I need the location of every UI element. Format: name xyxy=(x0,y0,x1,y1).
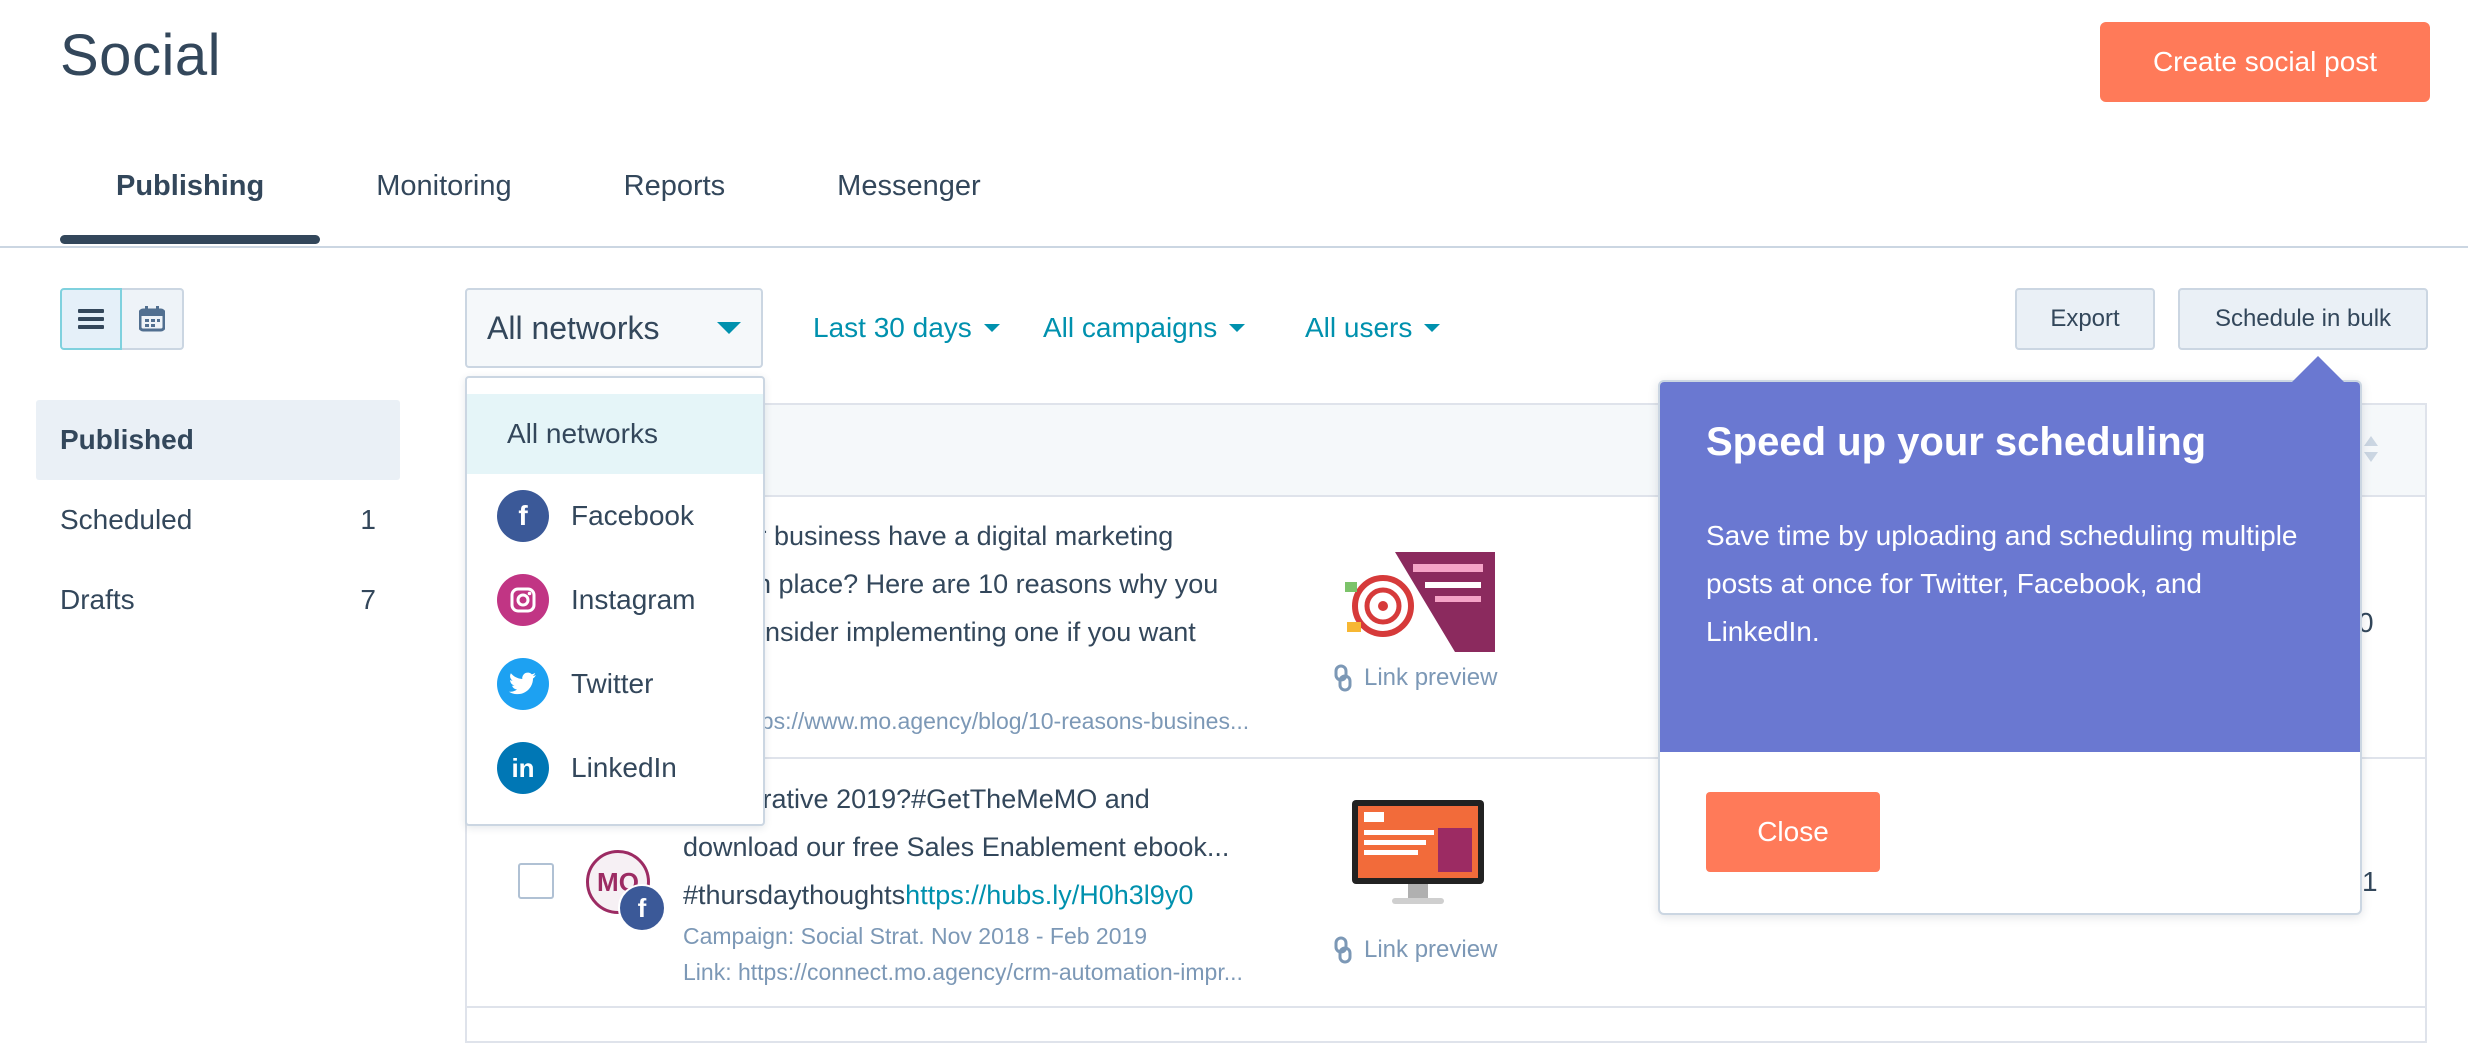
nav-drafts-count: 7 xyxy=(360,584,376,615)
row-value: 1 xyxy=(2362,866,2378,897)
post-thumbnail[interactable] xyxy=(1348,800,1488,910)
schedule-in-bulk-button[interactable]: Schedule in bulk xyxy=(2178,288,2428,350)
network-dropdown: All networks f Facebook Instagram Twitte… xyxy=(465,376,765,826)
date-filter[interactable]: Last 30 days xyxy=(813,312,1000,344)
chevron-down-icon xyxy=(983,324,1000,332)
date-filter-label: Last 30 days xyxy=(813,312,972,343)
nav-drafts-label: Drafts xyxy=(60,584,135,615)
popover-close-button[interactable]: Close xyxy=(1706,792,1880,872)
tab-monitoring[interactable]: Monitoring xyxy=(320,170,567,244)
post-text: your business have a digital marketing g… xyxy=(714,512,1334,704)
users-filter[interactable]: All users xyxy=(1305,312,1441,344)
create-social-post-button[interactable]: Create social post xyxy=(2100,22,2430,102)
list-view-button[interactable] xyxy=(60,288,122,350)
post-link[interactable]: ttps://www.mo.agency/blog/10-reasons-bus… xyxy=(748,708,1249,735)
view-toggle xyxy=(60,288,184,350)
main-tabs: Publishing Monitoring Reports Messenger xyxy=(60,170,1037,250)
post-text-line: g a lucrative 2019?#GetTheMeMO and xyxy=(683,784,1150,814)
link-preview-button[interactable]: Link preview xyxy=(1334,936,1497,964)
nav-scheduled-label: Scheduled xyxy=(60,504,193,535)
tab-publishing[interactable]: Publishing xyxy=(60,170,321,244)
users-filter-label: All users xyxy=(1305,312,1413,343)
option-label: All networks xyxy=(507,418,658,449)
link-preview-label: Link preview xyxy=(1364,664,1498,691)
post-text-line: download our free Sales Enablement ebook… xyxy=(683,832,1230,862)
facebook-badge-icon: f xyxy=(618,884,666,932)
page-title: Social xyxy=(60,23,221,88)
post-text-line: d consider implementing one if you want xyxy=(714,617,1196,647)
link-icon xyxy=(1334,664,1352,692)
short-link[interactable]: https://hubs.ly/H0h3l9y0 xyxy=(905,880,1193,910)
export-button[interactable]: Export xyxy=(2015,288,2155,350)
network-select[interactable]: All networks xyxy=(465,288,763,368)
list-icon xyxy=(78,309,104,329)
chevron-down-icon xyxy=(1229,324,1246,332)
post-text-line: .. xyxy=(714,656,1334,704)
dropdown-option-linkedin[interactable]: in LinkedIn xyxy=(467,726,763,810)
facebook-icon: f xyxy=(497,490,549,542)
calendar-view-button[interactable] xyxy=(122,288,184,350)
instagram-icon xyxy=(497,574,549,626)
nav-published[interactable]: Published xyxy=(36,400,400,480)
dropdown-option-all-networks[interactable]: All networks xyxy=(467,394,763,474)
option-label: Instagram xyxy=(571,584,696,615)
tabs-divider xyxy=(0,246,2468,248)
option-label: LinkedIn xyxy=(571,752,677,783)
hashtag: #thursdaythoughts xyxy=(683,880,906,910)
tab-reports[interactable]: Reports xyxy=(568,170,782,244)
chevron-down-icon xyxy=(1424,324,1441,332)
link-preview-label: Link preview xyxy=(1364,936,1498,963)
campaign-filter-label: All campaigns xyxy=(1043,312,1218,343)
post-text-line: #thursdaythoughtshttps://hubs.ly/H0h3l9y… xyxy=(683,871,1303,919)
calendar-icon xyxy=(139,306,165,332)
nav-scheduled-count: 1 xyxy=(360,504,376,535)
popover-arrow xyxy=(2290,356,2346,384)
dropdown-option-twitter[interactable]: Twitter xyxy=(467,642,763,726)
option-label: Facebook xyxy=(571,500,694,531)
nav-published-label: Published xyxy=(60,424,194,455)
link-icon xyxy=(1334,936,1352,964)
popover-title: Speed up your scheduling xyxy=(1706,420,2207,464)
linkedin-icon: in xyxy=(497,742,549,794)
link-preview-button[interactable]: Link preview xyxy=(1334,664,1497,692)
post-link[interactable]: Link: https://connect.mo.agency/crm-auto… xyxy=(683,954,1243,990)
campaign-filter[interactable]: All campaigns xyxy=(1043,312,1246,344)
post-status-nav: Published Scheduled 1 Drafts 7 xyxy=(36,400,400,640)
dropdown-option-instagram[interactable]: Instagram xyxy=(467,558,763,642)
network-select-value: All networks xyxy=(487,309,660,346)
nav-drafts[interactable]: Drafts 7 xyxy=(36,560,400,640)
row-divider xyxy=(467,1006,2425,1008)
twitter-icon xyxy=(497,658,549,710)
sort-icon[interactable] xyxy=(2362,434,2380,464)
popover-body: Save time by uploading and scheduling mu… xyxy=(1706,520,2298,647)
option-label: Twitter xyxy=(571,668,654,699)
tab-messenger[interactable]: Messenger xyxy=(781,170,1036,244)
chevron-down-icon xyxy=(717,322,741,334)
nav-scheduled[interactable]: Scheduled 1 xyxy=(36,480,400,560)
post-campaign: Campaign: Social Strat. Nov 2018 - Feb 2… xyxy=(683,923,1148,949)
dropdown-option-facebook[interactable]: f Facebook xyxy=(467,474,763,558)
post-thumbnail[interactable] xyxy=(1335,552,1495,652)
post-text-line: your business have a digital marketing xyxy=(714,521,1174,551)
row-checkbox[interactable] xyxy=(518,863,554,899)
post-text-line: gy in place? Here are 10 reasons why you xyxy=(714,569,1219,599)
post-text: g a lucrative 2019?#GetTheMeMO and downl… xyxy=(683,775,1303,919)
